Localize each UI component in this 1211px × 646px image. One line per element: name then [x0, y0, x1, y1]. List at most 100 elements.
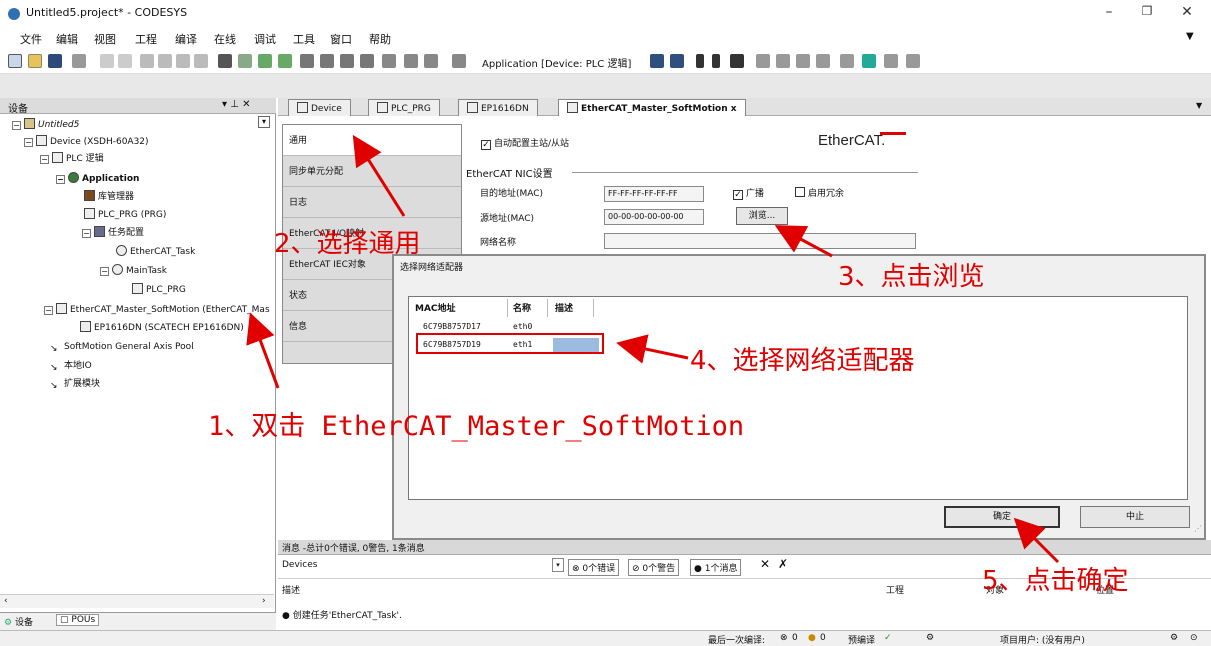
- message-row[interactable]: ● 创建任务'EtherCAT_Task'.: [282, 608, 402, 621]
- nav-general[interactable]: 通用: [283, 125, 461, 156]
- nav-sync-unit[interactable]: 同步单元分配: [283, 156, 461, 187]
- open-project-icon[interactable]: [28, 54, 42, 68]
- clear-messages-icon[interactable]: ✕: [760, 557, 770, 571]
- browse-button[interactable]: 浏览...: [736, 207, 788, 225]
- login-icon[interactable]: [650, 54, 664, 68]
- collapse-icon[interactable]: −: [100, 267, 109, 276]
- tree-softmotion-axis-pool[interactable]: ↘ SoftMotion General Axis Pool: [50, 339, 194, 355]
- collapse-icon[interactable]: −: [24, 138, 33, 147]
- restore-button[interactable]: ❐: [1136, 4, 1158, 22]
- reset-icon[interactable]: [730, 54, 744, 68]
- menu-overflow-icon[interactable]: ▼: [1186, 31, 1194, 42]
- menu-file[interactable]: 文件: [20, 31, 42, 47]
- clear-all-icon[interactable]: ✗: [778, 557, 788, 571]
- menu-window[interactable]: 窗口: [330, 31, 352, 47]
- document-icon[interactable]: [424, 54, 438, 68]
- tree-ethercat-task[interactable]: EtherCAT_Task: [116, 244, 195, 260]
- auto-config-checkbox[interactable]: ✓ 自动配置主站/从站: [481, 136, 569, 150]
- list-item-name[interactable]: eth0: [513, 322, 532, 331]
- list-item[interactable]: 6C79B8757D17: [423, 322, 481, 331]
- ok-button[interactable]: 确定: [944, 506, 1060, 528]
- save-icon[interactable]: [48, 54, 62, 68]
- tab-pous[interactable]: ▢ POUs: [56, 614, 100, 626]
- tree-maintask[interactable]: − MainTask: [100, 263, 167, 279]
- menu-edit[interactable]: 编辑: [56, 31, 78, 47]
- paste-icon[interactable]: [176, 54, 190, 68]
- close-button[interactable]: ✕: [1176, 4, 1198, 22]
- tab-ep1616dn[interactable]: EP1616DN: [458, 99, 538, 116]
- source-dropdown-icon[interactable]: ▾: [552, 558, 564, 572]
- find-icon[interactable]: [218, 54, 232, 68]
- step-out-icon[interactable]: [360, 54, 374, 68]
- run-icon[interactable]: [696, 54, 704, 68]
- col-mac[interactable]: MAC地址: [415, 301, 456, 314]
- message-source[interactable]: Devices: [282, 560, 317, 570]
- step-over-icon[interactable]: [340, 54, 354, 68]
- tree-project-untitled5[interactable]: − Untitled5: [12, 117, 79, 133]
- bookmark-icon[interactable]: [258, 54, 272, 68]
- new-project-icon[interactable]: [8, 54, 22, 68]
- refactor-icon[interactable]: [906, 54, 920, 68]
- format-icon[interactable]: [884, 54, 898, 68]
- broadcast-checkbox[interactable]: ✓ 广播: [733, 186, 764, 200]
- col-name[interactable]: 名称: [513, 301, 531, 314]
- tree-ep1616dn[interactable]: EP1616DN (SCATECH EP1616DN): [80, 320, 244, 336]
- tab-close-icon[interactable]: x: [731, 104, 737, 114]
- tab-devices[interactable]: ⚙ 设备: [4, 615, 33, 628]
- outdent-icon[interactable]: [796, 54, 810, 68]
- cut-icon[interactable]: [140, 54, 154, 68]
- scroll-right-icon[interactable]: ›: [262, 596, 266, 606]
- compile-icon[interactable]: [452, 54, 466, 68]
- redundancy-checkbox[interactable]: 启用冗余: [795, 186, 844, 199]
- active-application-label[interactable]: Application [Device: PLC 逻辑]: [482, 55, 631, 70]
- cancel-button[interactable]: 中止: [1080, 506, 1190, 528]
- user-icon[interactable]: ⚙: [926, 633, 934, 643]
- menu-build[interactable]: 编译: [175, 31, 197, 47]
- tree-plc-prg[interactable]: PLC_PRG (PRG): [84, 207, 166, 223]
- errors-filter[interactable]: ⊗ 0个错误: [568, 559, 620, 576]
- indent-icon[interactable]: [776, 54, 790, 68]
- navigate-icon[interactable]: [840, 54, 854, 68]
- tab-plc-prg[interactable]: PLC_PRG: [368, 99, 440, 116]
- tree-task-config[interactable]: − 任务配置: [82, 225, 144, 241]
- tree-ethercat-master[interactable]: − EtherCAT_Master_SoftMotion (EtherCAT_Ma…: [44, 302, 270, 318]
- panel-controls[interactable]: ▾ ⊥ ✕: [222, 99, 250, 110]
- tree-maintask-plc-prg[interactable]: PLC_PRG: [132, 282, 186, 298]
- status-settings-icon[interactable]: ⚙: [1170, 633, 1178, 643]
- breakpoint-icon[interactable]: [300, 54, 314, 68]
- redo-icon[interactable]: [118, 54, 132, 68]
- print-icon[interactable]: [72, 54, 86, 68]
- nav-log[interactable]: 日志: [283, 187, 461, 218]
- resize-grip-icon[interactable]: ⋰: [1194, 524, 1202, 533]
- tree-device[interactable]: − Device (XSDH-60A32): [24, 134, 149, 150]
- scroll-left-icon[interactable]: ‹: [4, 596, 8, 606]
- bookmark-next-icon[interactable]: [278, 54, 292, 68]
- status-options-icon[interactable]: ⊙: [1190, 633, 1198, 643]
- layout-icon[interactable]: [404, 54, 418, 68]
- menu-view[interactable]: 视图: [94, 31, 116, 47]
- horizontal-scrollbar[interactable]: ‹ ›: [0, 594, 274, 608]
- delete-icon[interactable]: [194, 54, 208, 68]
- warnings-filter[interactable]: ⊘ 0个警告: [628, 559, 680, 576]
- tree-expansion-module[interactable]: ↘ 扩展模块: [50, 376, 100, 392]
- menu-help[interactable]: 帮助: [369, 31, 391, 47]
- menu-tools[interactable]: 工具: [293, 31, 315, 47]
- dest-mac-field[interactable]: FF-FF-FF-FF-FF-FF: [604, 186, 704, 202]
- tree-application[interactable]: − Application: [56, 171, 139, 187]
- replace-icon[interactable]: [238, 54, 252, 68]
- collapse-tree-icon[interactable]: ▾: [258, 116, 270, 128]
- tab-list-dropdown-icon[interactable]: ▼: [1196, 101, 1202, 110]
- col-description[interactable]: 描述: [555, 301, 573, 314]
- tab-device[interactable]: Device: [288, 99, 351, 116]
- watch-icon[interactable]: [756, 54, 770, 68]
- copy-icon[interactable]: [158, 54, 172, 68]
- grid-icon[interactable]: [862, 54, 876, 68]
- tree-library-manager[interactable]: 库管理器: [84, 189, 134, 205]
- menu-project[interactable]: 工程: [135, 31, 157, 47]
- window-icon[interactable]: [382, 54, 396, 68]
- collapse-icon[interactable]: −: [12, 121, 21, 130]
- collapse-icon[interactable]: −: [44, 306, 53, 315]
- logout-icon[interactable]: [670, 54, 684, 68]
- infos-filter[interactable]: ● 1个消息: [690, 559, 742, 576]
- comment-icon[interactable]: [816, 54, 830, 68]
